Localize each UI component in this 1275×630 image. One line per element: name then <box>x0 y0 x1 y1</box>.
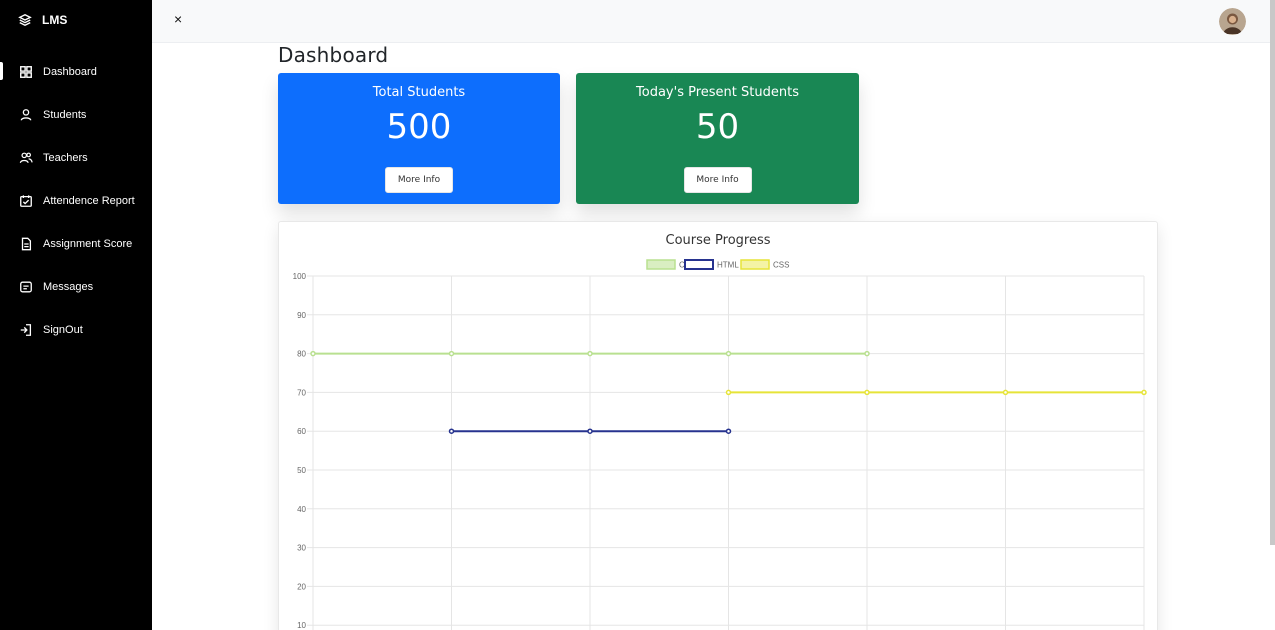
more-info-button[interactable]: More Info <box>683 167 752 193</box>
legend-swatch <box>684 259 714 270</box>
y-tick-label: 20 <box>297 582 306 591</box>
data-point <box>725 350 732 357</box>
sidebar-item-messages[interactable]: Messages <box>0 265 152 308</box>
data-point <box>448 350 455 357</box>
card-value: 500 <box>386 107 452 147</box>
sidebar-item-label: Teachers <box>43 151 88 164</box>
card-title: Total Students <box>372 85 466 100</box>
data-point <box>448 428 455 434</box>
data-point <box>725 389 732 396</box>
card-title: Today's Present Students <box>636 85 799 100</box>
app-root: LMS Dashboard Students Teachers Attenden… <box>0 0 1275 630</box>
calendar-check-icon <box>20 194 32 207</box>
data-point <box>587 350 593 357</box>
sidebar-item-label: Dashboard <box>43 65 97 78</box>
data-point <box>1002 389 1009 396</box>
sidebar-item-label: Attendence Report <box>43 194 135 207</box>
scrollbar[interactable] <box>1270 0 1275 545</box>
legend-swatch <box>740 259 770 270</box>
sidebar-item-signout[interactable]: SignOut <box>0 308 152 351</box>
sidebar-item-attendence-report[interactable]: Attendence Report <box>0 179 152 222</box>
y-tick-label: 90 <box>297 311 306 320</box>
y-tick-label: 30 <box>297 544 306 553</box>
course-progress-card: Course Progress 100 90 80 70 60 50 40 30 20 10 C HT… <box>278 221 1158 630</box>
present-students-card: Today's Present Students 50 More Info <box>576 73 859 204</box>
y-tick-label: 80 <box>297 350 306 359</box>
sidebar-nav: Dashboard Students Teachers Attendence R… <box>0 50 152 351</box>
more-info-button[interactable]: More Info <box>385 167 453 193</box>
y-tick-label: 10 <box>297 621 306 630</box>
y-tick-label: 50 <box>297 466 306 475</box>
y-tick-label: 60 <box>297 427 306 436</box>
y-tick-label: 70 <box>297 388 306 397</box>
sidebar-item-dashboard[interactable]: Dashboard <box>0 50 152 93</box>
sidebar-item-label: Students <box>43 108 87 121</box>
y-tick-label: 40 <box>297 505 306 514</box>
close-icon[interactable]: × <box>174 12 188 26</box>
sidebar-item-teachers[interactable]: Teachers <box>0 136 152 179</box>
avatar[interactable] <box>1219 8 1246 35</box>
message-icon <box>20 281 32 292</box>
sidebar-item-label: Messages <box>43 280 94 293</box>
users-icon <box>19 152 33 163</box>
legend-swatch <box>646 259 676 270</box>
layers-icon <box>18 13 32 27</box>
data-point <box>310 350 316 357</box>
course-progress-chart: 100908070605040302010C HTML CSS <box>293 259 1147 630</box>
sidebar: LMS Dashboard Students Teachers Attenden… <box>0 0 152 630</box>
data-point <box>1141 389 1147 396</box>
user-icon <box>20 108 32 121</box>
page-title: Dashboard <box>278 43 389 67</box>
legend-label: HTML <box>717 261 739 270</box>
sidebar-item-label: Assignment Score <box>43 237 133 250</box>
data-point <box>864 350 870 357</box>
document-icon <box>21 237 32 250</box>
data-point <box>864 389 870 396</box>
signout-icon <box>20 323 32 336</box>
sidebar-item-label: SignOut <box>43 323 83 336</box>
legend-label: CSS <box>773 261 789 270</box>
data-point <box>725 428 732 434</box>
data-point <box>587 428 593 434</box>
dashboard-icon <box>20 65 32 78</box>
topbar: × <box>152 0 1275 43</box>
card-value: 50 <box>695 107 740 147</box>
brand[interactable]: LMS <box>18 13 67 27</box>
sidebar-item-students[interactable]: Students <box>0 93 152 136</box>
brand-name: LMS <box>42 13 68 27</box>
sidebar-item-assignment-score[interactable]: Assignment Score <box>0 222 152 265</box>
total-students-card: Total Students 500 More Info <box>278 73 560 204</box>
y-tick-label: 100 <box>293 272 307 281</box>
